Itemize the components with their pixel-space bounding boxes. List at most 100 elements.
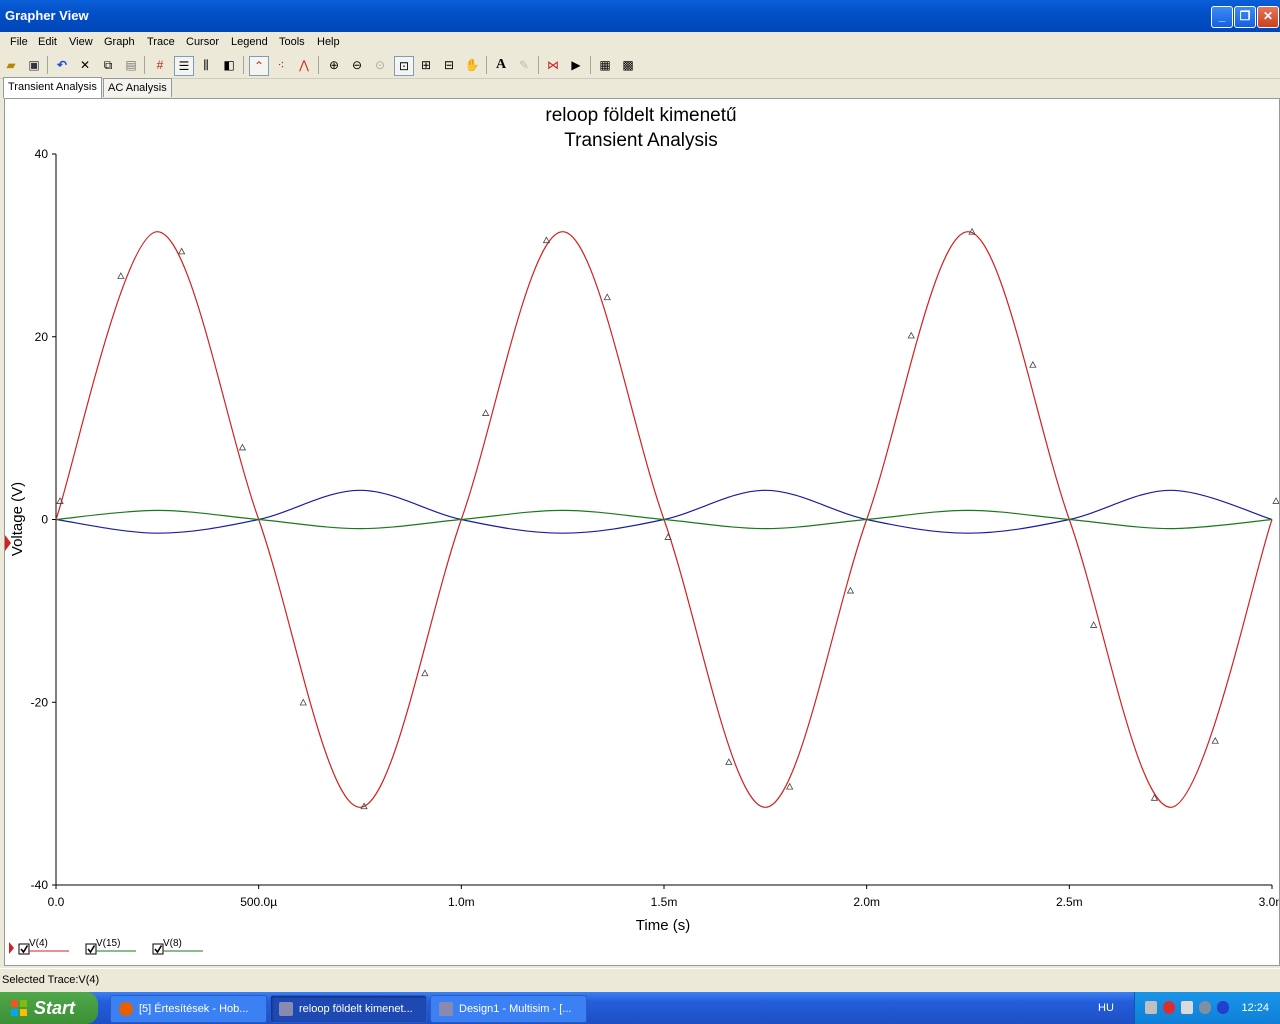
status-bar: Selected Trace:V(4) bbox=[0, 968, 1280, 991]
menu-tools[interactable]: Tools bbox=[279, 36, 305, 48]
toolbar-separator bbox=[538, 56, 539, 74]
x-tick-label: 3.0m bbox=[1259, 895, 1279, 909]
grid-icon[interactable]: # bbox=[151, 56, 169, 74]
cursors-icon[interactable]: ⫼ bbox=[197, 56, 215, 74]
restore-button[interactable]: ❐ bbox=[1234, 6, 1256, 28]
properties-icon[interactable]: ▶ bbox=[567, 56, 585, 74]
line-trace-icon[interactable]: ⌃ bbox=[249, 56, 269, 76]
toolbar-separator bbox=[590, 56, 591, 74]
data-marker bbox=[846, 586, 855, 594]
data-marker bbox=[907, 331, 915, 339]
trace-v15 bbox=[55, 489, 1273, 534]
menu-view[interactable]: View bbox=[69, 36, 93, 48]
data-marker bbox=[1029, 360, 1037, 368]
toolbar: ▰ ▣ ↶ ✕ ⧉ ▤ # ☰ ⫼ ◧ ⌃ ⁖ ⋀ ⊕ ⊖ ⊙ ⊡ ⊞ ⊟ ✋ … bbox=[0, 52, 1280, 79]
taskbar-item-firefox[interactable]: [5] Értesítések - Hob... bbox=[110, 995, 267, 1023]
start-button[interactable]: Start bbox=[0, 992, 98, 1024]
data-marker bbox=[1089, 621, 1098, 628]
x-tick-label: 1.0m bbox=[448, 895, 475, 909]
zoom-box-icon[interactable]: ⊡ bbox=[394, 56, 414, 76]
open-icon[interactable]: ▰ bbox=[2, 56, 20, 74]
chart-subtitle: Transient Analysis bbox=[564, 130, 717, 151]
clock: 12:24 bbox=[1241, 1002, 1269, 1014]
menu-graph[interactable]: Graph bbox=[104, 36, 135, 48]
network-icon[interactable] bbox=[1145, 1001, 1157, 1014]
multisim-app-icon bbox=[439, 1002, 453, 1016]
zoom-in-icon[interactable]: ⊕ bbox=[325, 56, 343, 74]
x-tick-label: 1.5m bbox=[651, 895, 678, 909]
x-tick-label: 500.0µ bbox=[240, 895, 277, 909]
close-button[interactable]: ✕ bbox=[1257, 6, 1279, 28]
cut-icon[interactable]: ✕ bbox=[76, 56, 94, 74]
data-marker bbox=[421, 669, 429, 677]
print-preview-icon[interactable]: ▩ bbox=[619, 56, 637, 74]
line-dots-icon[interactable]: ⋀ bbox=[295, 56, 313, 74]
toolbar-separator bbox=[144, 56, 145, 74]
menu-trace[interactable]: Trace bbox=[147, 36, 175, 48]
data-marker bbox=[542, 236, 551, 244]
taskbar-item-multisim[interactable]: Design1 - Multisim - [... bbox=[430, 995, 587, 1023]
tab-ac-analysis[interactable]: AC Analysis bbox=[103, 78, 172, 97]
taskbar-item-grapher[interactable]: reloop földelt kimenet... bbox=[270, 995, 427, 1023]
menu-edit[interactable]: Edit bbox=[38, 36, 57, 48]
device-icon[interactable] bbox=[1199, 1001, 1211, 1014]
windows-logo-icon bbox=[11, 1000, 27, 1016]
overlay-icon[interactable]: ◧ bbox=[220, 56, 238, 74]
taskbar-item-label: reloop földelt kimenet... bbox=[299, 1003, 413, 1015]
data-marker bbox=[238, 443, 247, 451]
data-marker bbox=[785, 782, 794, 790]
y-tick-label: 40 bbox=[35, 147, 49, 161]
menu-help[interactable]: Help bbox=[317, 36, 340, 48]
chart-traces bbox=[55, 231, 1273, 808]
minimize-button[interactable]: _ bbox=[1211, 6, 1233, 28]
data-marker bbox=[299, 698, 307, 706]
zoom-y-icon[interactable]: ⊟ bbox=[440, 56, 458, 74]
chart-title: reloop földelt kimenetű bbox=[545, 105, 736, 126]
legend-label: V(15) bbox=[96, 938, 120, 949]
menu-file[interactable]: File bbox=[10, 36, 28, 48]
disabled-text-icon: ✎ bbox=[518, 58, 530, 72]
x-axis-label: Time (s) bbox=[636, 917, 690, 934]
dots-trace-icon[interactable]: ⁖ bbox=[272, 56, 290, 74]
menu-cursor[interactable]: Cursor bbox=[186, 36, 219, 48]
text-icon[interactable]: A bbox=[492, 56, 510, 74]
chart-svg[interactable]: reloop földelt kimenetű Transient Analys… bbox=[5, 99, 1280, 965]
taskbar-item-label: [5] Értesítések - Hob... bbox=[139, 1003, 249, 1015]
graph-panel: reloop földelt kimenetű Transient Analys… bbox=[4, 98, 1280, 966]
save-icon[interactable]: ▣ bbox=[25, 56, 43, 74]
export-icon[interactable]: ⋈ bbox=[544, 56, 562, 74]
toolbar-separator bbox=[318, 56, 319, 74]
pan-icon[interactable]: ✋ bbox=[463, 56, 481, 74]
toolbar-separator bbox=[243, 56, 244, 74]
print-icon[interactable]: ▦ bbox=[596, 56, 614, 74]
title-bar: Grapher View _ ❐ ✕ bbox=[0, 0, 1280, 32]
copy-icon[interactable]: ⧉ bbox=[99, 56, 117, 74]
legend-icon[interactable]: ☰ bbox=[174, 56, 194, 76]
grapher-app-icon bbox=[279, 1002, 293, 1016]
analysis-tabs: Transient Analysis AC Analysis bbox=[0, 77, 1280, 98]
zoom-out-icon[interactable]: ⊖ bbox=[348, 56, 366, 74]
menu-legend[interactable]: Legend bbox=[231, 36, 268, 48]
shield-icon[interactable] bbox=[1163, 1001, 1175, 1014]
legend-label: V(4) bbox=[29, 938, 48, 949]
undo-icon[interactable]: ↶ bbox=[53, 56, 71, 74]
zoom-full-icon[interactable]: ⊙ bbox=[371, 56, 389, 74]
y-tick-label: -40 bbox=[31, 878, 49, 892]
language-indicator[interactable]: HU bbox=[1098, 1002, 1114, 1014]
data-marker bbox=[1272, 497, 1280, 504]
toolbar-separator bbox=[486, 56, 487, 74]
legend-label: V(8) bbox=[163, 938, 182, 949]
menu-bar: File Edit View Graph Trace Cursor Legend… bbox=[0, 32, 1280, 52]
y-tick-label: 0 bbox=[41, 513, 48, 527]
zoom-x-icon[interactable]: ⊞ bbox=[417, 56, 435, 74]
volume-icon[interactable] bbox=[1181, 1001, 1193, 1014]
firefox-icon bbox=[119, 1002, 133, 1016]
tab-transient-analysis[interactable]: Transient Analysis bbox=[3, 77, 102, 98]
data-marker bbox=[177, 247, 186, 255]
y-tick-label: -20 bbox=[31, 695, 49, 709]
paste-icon[interactable]: ▤ bbox=[122, 56, 140, 74]
taskbar: Start [5] Értesítések - Hob... reloop fö… bbox=[0, 992, 1280, 1024]
window-title: Grapher View bbox=[5, 8, 89, 23]
data-marker bbox=[1211, 736, 1219, 744]
bluetooth-icon[interactable] bbox=[1217, 1001, 1229, 1014]
